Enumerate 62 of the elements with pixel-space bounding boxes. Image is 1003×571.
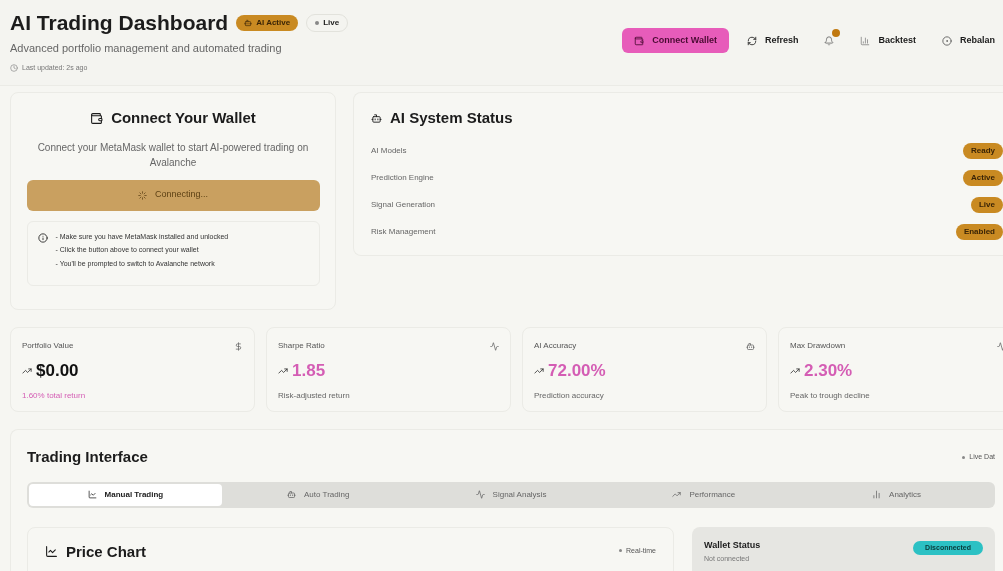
metric-icon	[490, 341, 499, 351]
chart-icon	[45, 545, 58, 559]
info-icon	[37, 232, 48, 243]
trend-icon	[534, 365, 544, 376]
status-label: Signal Generation	[371, 199, 436, 211]
status-label: Prediction Engine	[371, 172, 434, 184]
metric-value: 72.00%	[548, 360, 606, 382]
metric-label: Portfolio Value	[22, 340, 74, 352]
subtitle: Advanced portfolio management and automated trading	[10, 41, 283, 57]
refresh-button[interactable]: Refresh	[738, 28, 807, 53]
wallet-icon	[634, 35, 645, 46]
bell-icon	[824, 35, 835, 46]
metric-value: 1.85	[292, 360, 326, 382]
trend-icon	[278, 365, 288, 376]
metric-note: Prediction accuracy	[534, 389, 605, 402]
status-badge: Live	[971, 197, 1003, 213]
metric-label: Sharpe Ratio	[278, 340, 325, 352]
section-title: Trading Interface	[27, 447, 148, 467]
tab[interactable]: Manual Trading	[29, 483, 222, 506]
metric-label: AI Accuracy	[534, 340, 577, 352]
tab[interactable]: Performance	[607, 483, 801, 506]
metric-value: $0.00	[36, 360, 79, 382]
spinner-icon	[137, 190, 147, 200]
trend-icon	[790, 365, 800, 376]
status-label: Risk Management	[371, 226, 436, 238]
tab[interactable]: Analytics	[800, 483, 993, 506]
wallet-status-title: Wallet Status	[704, 538, 761, 552]
tab[interactable]: Auto Trading	[221, 483, 415, 506]
metric-note: Risk-adjusted return	[278, 389, 351, 402]
metric-note: Peak to trough decline	[790, 389, 871, 402]
card-description: Connect your MetaMask wallet to start AI-powered trading on Avalanche	[36, 140, 310, 170]
rebalance-button[interactable]: Rebalan	[934, 28, 1003, 53]
card-title: AI System Status	[390, 108, 513, 128]
metric-note: 1.60% total return	[22, 389, 87, 402]
wallet-icon	[90, 111, 104, 125]
circle-dot-icon	[942, 35, 952, 46]
metric-icon	[997, 341, 1003, 351]
trend-up-icon	[672, 490, 682, 499]
trend-icon	[22, 365, 32, 376]
bar-chart-icon	[860, 35, 871, 46]
backtest-button[interactable]: Backtest	[852, 28, 924, 53]
robot-icon	[287, 490, 296, 499]
status-badge: Enabled	[955, 224, 1003, 240]
card-title: Price Chart	[66, 541, 147, 562]
status-label: AI Models	[371, 145, 407, 157]
page-title: AI Trading Dashboard	[10, 10, 229, 36]
pulse-icon	[475, 490, 485, 499]
robot-icon	[371, 112, 382, 124]
metric-icon	[234, 341, 243, 351]
status-badge: AI Active	[236, 15, 299, 32]
tab[interactable]: Signal Analysis	[414, 483, 608, 506]
clock-icon	[10, 64, 18, 72]
status-badge: Ready	[963, 143, 1003, 159]
refresh-icon	[746, 35, 757, 46]
card-title: Connect Your Wallet	[111, 108, 256, 128]
metric-value: 2.30%	[804, 360, 853, 382]
line-chart-icon	[87, 490, 97, 499]
metric-icon	[746, 341, 755, 351]
bar-chart-icon	[872, 490, 882, 499]
status-badge: Active	[963, 170, 1003, 186]
connect-wallet-button[interactable]: Connect Wallet	[622, 28, 729, 53]
metric-label: Max Drawdown	[790, 340, 846, 352]
